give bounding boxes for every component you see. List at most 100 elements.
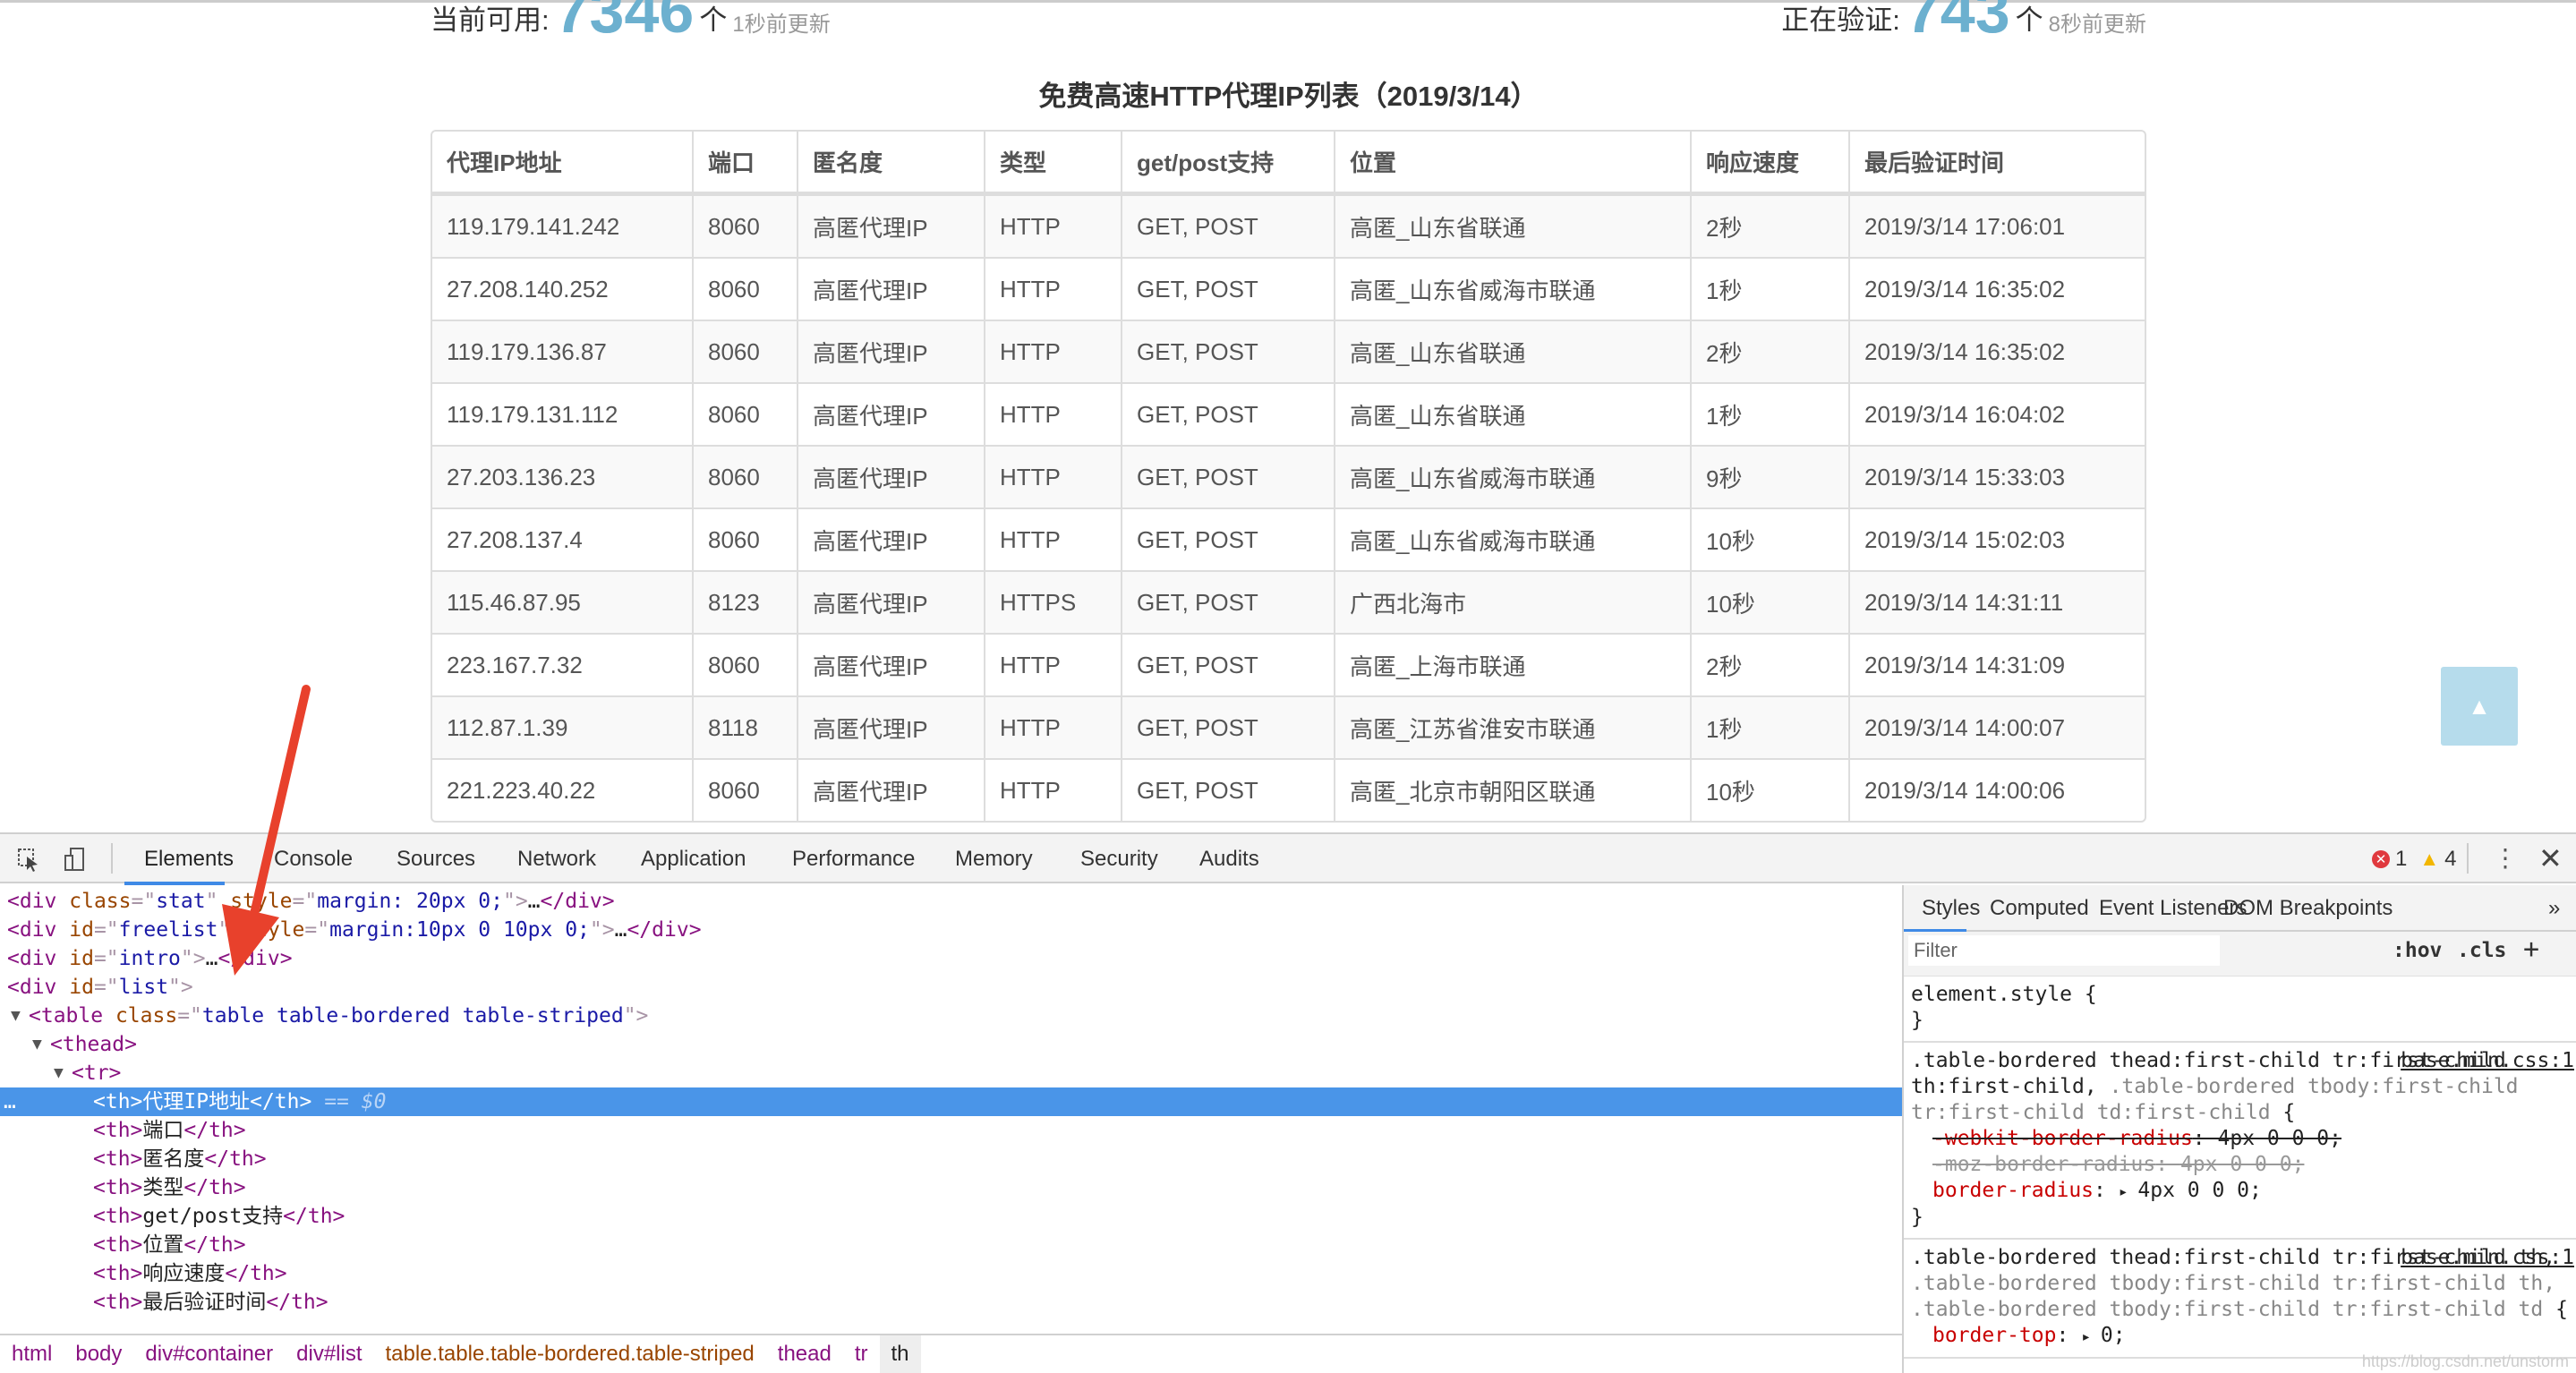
column-header[interactable]: 响应速度 [1690,132,1848,194]
tab-styles[interactable]: Styles [1922,896,1980,921]
table-cell: 1秒 [1690,257,1848,320]
ellipsis-icon[interactable]: … [4,1087,16,1116]
tab-elements[interactable]: Elements [144,847,234,872]
chevron-up-icon: ▲ [2468,692,2491,720]
inspect-element-icon[interactable] [16,847,41,872]
table-cell: 高匿代理IP [797,194,984,257]
filter-input[interactable]: Filter [1908,935,2220,966]
column-header[interactable]: 最后验证时间 [1848,132,2145,194]
tab-sources[interactable]: Sources [397,847,475,872]
collapse-arrow-icon[interactable]: ▼ [32,1030,42,1059]
column-header[interactable]: 匿名度 [797,132,984,194]
table-cell: 高匿_上海市联通 [1334,633,1690,695]
dom-node[interactable]: ▶<div id="freelist" style="margin:10px 0… [0,916,1902,944]
tab-dom-breakpoints[interactable]: DOM Breakpoints [2223,896,2393,921]
collapse-arrow-icon[interactable]: ▼ [11,1002,21,1030]
table-row: 119.179.131.112 8060 高匿代理IP HTTP GET, POST 高匿… [432,382,2145,445]
breadcrumb-item[interactable]: div#container [133,1335,285,1373]
dom-node[interactable]: ▼ <thead> [0,1030,1902,1059]
syntax-token: =" [177,1004,202,1028]
dom-node[interactable]: ▶<div class="stat" style="margin: 20px 0… [0,887,1902,916]
syntax-token: 最后验证时间 [142,1291,267,1314]
dom-node[interactable]: <th>类型</th> [0,1173,1902,1202]
table-cell: 高匿_山东省联通 [1334,194,1690,257]
tab-computed[interactable]: Computed [1990,896,2089,921]
expand-arrow-icon[interactable]: ▸ [2081,1327,2101,1346]
table-cell: 高匿代理IP [797,257,984,320]
close-icon[interactable]: ✕ [2538,841,2563,875]
syntax-token: <th> [93,1119,143,1142]
dom-node[interactable]: <th>最后验证时间</th> [0,1288,1902,1317]
dom-node-markup: <th>端口</th> [93,1116,246,1145]
dom-node[interactable]: <th>匿名度</th> [0,1145,1902,1173]
rule-source-link[interactable]: base.min.css:1 [2401,1245,2574,1271]
dom-node[interactable]: ▼ <tr> [0,1059,1902,1087]
column-header[interactable]: 代理IP地址 [432,132,692,194]
table-cell: 8060 [692,758,797,821]
more-tabs-icon[interactable]: » [2548,896,2560,921]
breadcrumb-item[interactable]: body [64,1335,133,1373]
css-property[interactable]: -moz-border-radius: 4px 0 0 0; [1911,1152,2571,1178]
syntax-token: <table [29,1004,115,1028]
column-header[interactable]: 端口 [692,132,797,194]
breadcrumb-item[interactable]: table.table.table-bordered.table-striped [374,1335,766,1373]
breadcrumb-item[interactable]: html [0,1335,64,1373]
breadcrumb-item[interactable]: div#list [285,1335,373,1373]
breadcrumb-item[interactable]: tr [843,1335,880,1373]
syntax-token: style [230,890,293,913]
syntax-token: </div> [627,918,702,942]
property-name: border-top [1932,1324,2057,1347]
breadcrumb-item[interactable]: thead [766,1335,843,1373]
dom-node[interactable]: ▼ <table class="table table-bordered tabl… [0,1002,1902,1030]
dom-node[interactable]: <th>位置</th> [0,1231,1902,1259]
dom-node-markup: <div class="stat" style="margin: 20px 0;… [7,887,615,916]
tab-network[interactable]: Network [517,847,596,872]
column-header[interactable]: 类型 [984,132,1121,194]
syntax-token: id [69,976,94,999]
table-cell: 2019/3/14 14:00:06 [1848,758,2145,821]
table-cell: 10秒 [1690,758,1848,821]
syntax-token: <th> [93,1233,143,1257]
dom-node-markup: <th>匿名度</th> [93,1145,267,1173]
dom-node[interactable]: ▶<div id="intro">…</div> [0,944,1902,973]
syntax-token: 端口 [142,1119,184,1142]
tab-memory[interactable]: Memory [955,847,1033,872]
new-rule-icon[interactable]: + [2523,934,2539,965]
syntax-token: </th> [283,1205,345,1228]
syntax-token: <tr> [72,1062,122,1085]
brace: { [2543,1298,2568,1321]
more-options-icon[interactable]: ⋮ [2493,843,2518,873]
table-cell: 115.46.87.95 [432,570,692,633]
breadcrumb-item[interactable]: th [879,1335,921,1373]
scroll-to-top-button[interactable]: ▲ [2441,667,2518,746]
verifying-stat: 正在验证: 743 个 8秒前更新 [1781,0,2146,42]
dom-node[interactable]: ▼<div id="list"> [0,973,1902,1002]
issue-counts[interactable]: ✕ 1 ▲ 4 [2372,847,2457,872]
rule-selector[interactable]: element.style { [1911,982,2571,1008]
tab-console[interactable]: Console [274,847,353,872]
table-cell: 高匿_山东省威海市联通 [1334,507,1690,570]
dom-node[interactable]: <th>响应速度</th> [0,1259,1902,1288]
column-header[interactable]: get/post支持 [1121,132,1334,194]
dom-node[interactable]: <th>端口</th> [0,1116,1902,1145]
table-cell: 高匿代理IP [797,320,984,382]
syntax-token: <div [7,947,70,970]
rule-source-link[interactable]: base.min.css:1 [2401,1048,2574,1074]
syntax-token: "> [623,1004,649,1028]
elements-tree[interactable]: ▶<div class="stat" style="margin: 20px 0… [0,885,1902,1335]
css-property[interactable]: -webkit-border-radius: 4px 0 0 0; [1911,1126,2571,1152]
tab-application[interactable]: Application [641,847,746,872]
tab-security[interactable]: Security [1080,847,1158,872]
selected-dom-node[interactable]: … <th>代理IP地址</th> == $0 [0,1087,1902,1116]
tab-performance[interactable]: Performance [792,847,915,872]
expand-arrow-icon[interactable]: ▸ [2119,1182,2138,1201]
tab-audits[interactable]: Audits [1199,847,1259,872]
hov-button[interactable]: :hov [2393,939,2442,962]
collapse-arrow-icon[interactable]: ▼ [54,1059,64,1087]
device-toolbar-icon[interactable] [63,847,88,872]
css-property[interactable]: border-radius: ▸ 4px 0 0 0; [1911,1178,2571,1205]
css-property[interactable]: border-top: ▸ 0; [1911,1323,2571,1350]
cls-button[interactable]: .cls [2457,939,2506,962]
column-header[interactable]: 位置 [1334,132,1690,194]
dom-node[interactable]: <th>get/post支持</th> [0,1202,1902,1231]
